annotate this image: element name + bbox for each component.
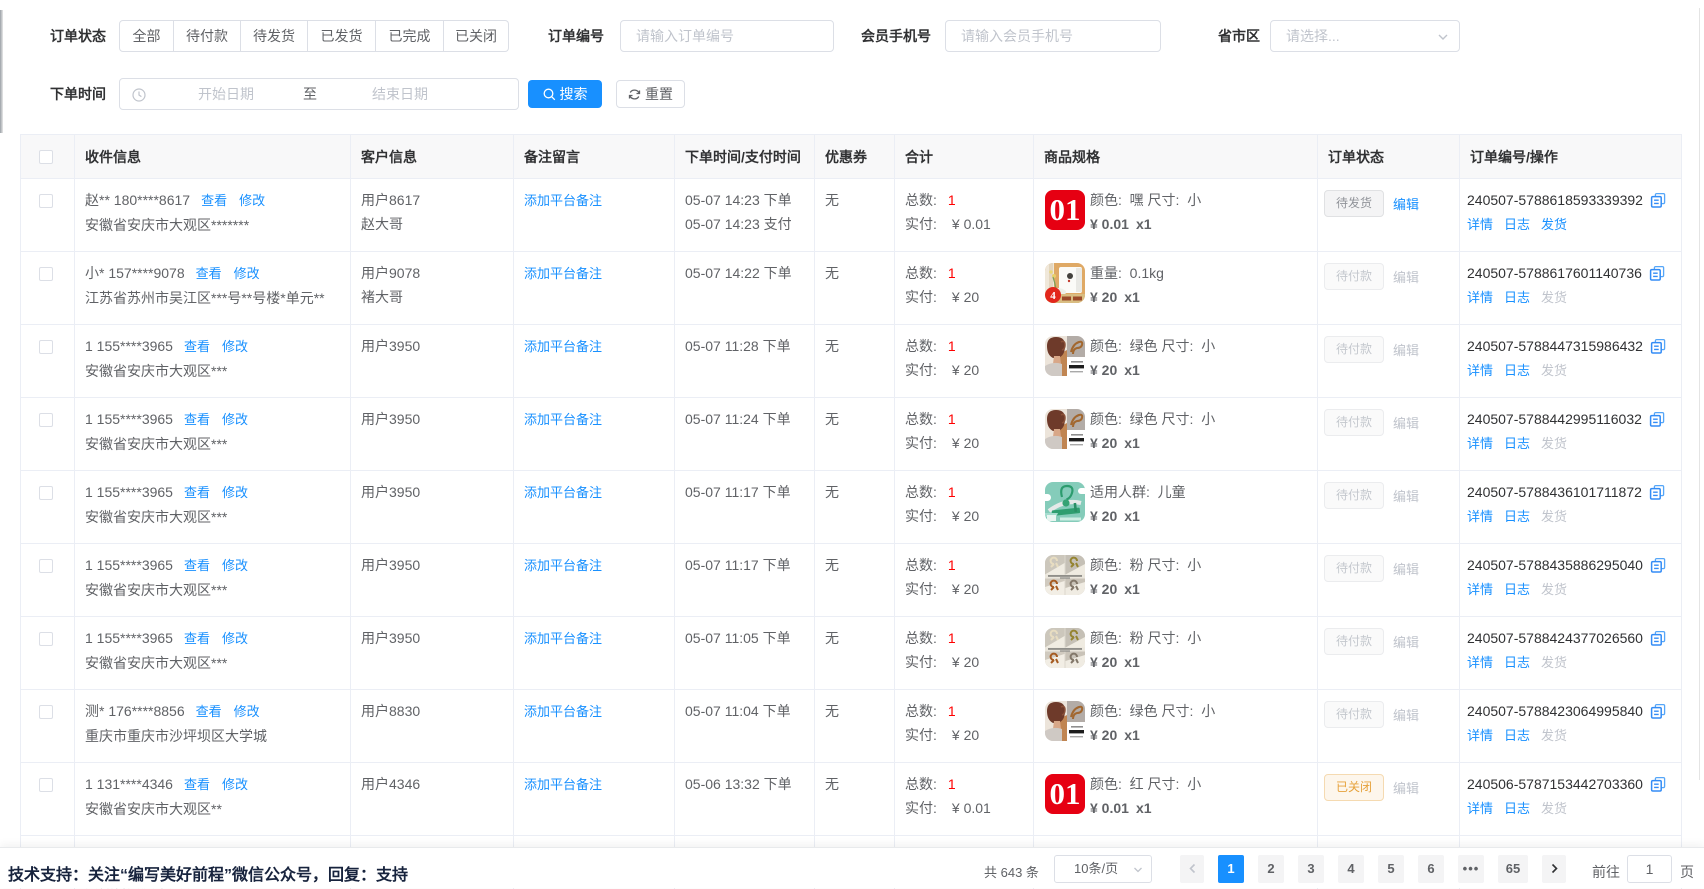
svg-text:4: 4	[1050, 290, 1056, 302]
